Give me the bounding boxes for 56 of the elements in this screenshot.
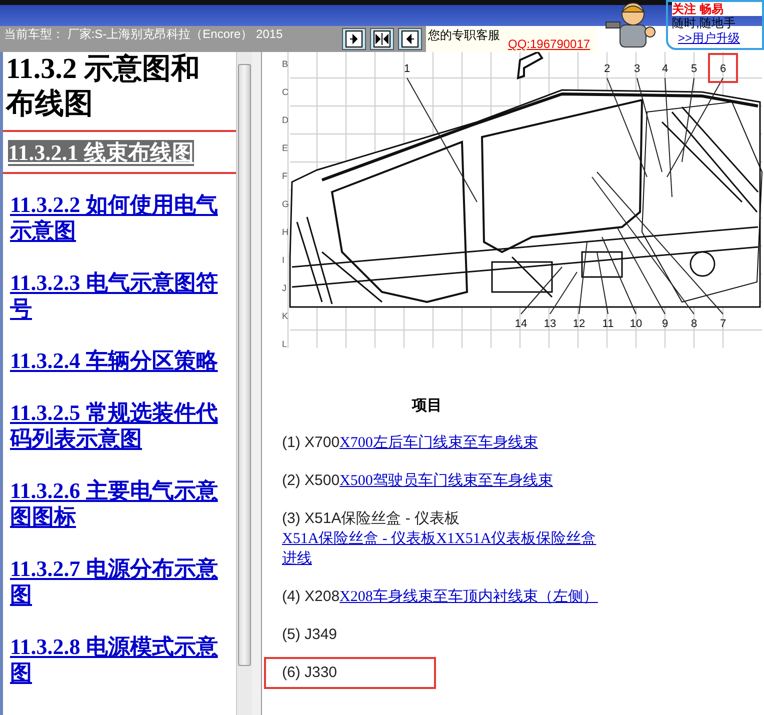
callout-number: 7 [720,318,726,330]
sidebar-link[interactable]: 11.3.2.1 线束布线图 [8,140,194,166]
sidebar-link[interactable]: 11.3.2.3 电气示意图符号 [10,270,218,322]
callout-number: 4 [662,63,668,75]
vehicle-info-text: 当前车型： 厂家:S-上海别克昂科拉（Encore） 2015 [0,26,340,52]
connector-link[interactable]: X51A保险丝盒 - 仪表板X1X51A仪表板保险丝盒进线 [282,529,602,569]
grid-row-label: L [282,339,288,349]
connector-link[interactable]: X208车身线束至车顶内衬线束（左侧） [340,587,598,607]
item-entry: (5) J349 [282,625,338,645]
grid-row-label: K [282,311,288,321]
grid-row-label: E [282,143,288,153]
sidebar-link[interactable]: 11.3.2.2 如何使用电气示意图 [10,192,218,244]
upgrade-link[interactable]: >>用户升级 [672,31,762,46]
items-heading: 项目 [410,396,443,415]
scroll-thumb[interactable] [238,64,251,666]
sidebar-link[interactable]: 11.3.2.7 电源分布示意图 [10,556,218,608]
grid-row-label: H [282,227,288,237]
callout-number: 13 [544,318,556,330]
item-entry: (6) J330 [282,663,338,683]
sidebar-link[interactable]: 11.3.2.5 常规选装件代码列表示意图 [10,400,218,452]
callout-number: 14 [514,318,528,330]
grid-row-label: B [282,59,288,69]
qq-link[interactable]: QQ:196790017 [508,37,590,51]
grid-row-label: J [282,283,286,293]
nav-button[interactable] [370,28,394,50]
grid-row-label: F [282,171,288,181]
promo-title: 关注 畅易 [672,2,762,16]
item-entry: (3) X51A保险丝盒 - 仪表板 X51A保险丝盒 - 仪表板X1X51A仪表板保险丝盒进线 [282,509,602,569]
vertical-scrollbar[interactable] [236,52,252,715]
callout-number: 1 [404,63,410,75]
arrow-icon [373,30,391,48]
grid-row-label: D [282,115,288,125]
grid-row-label: C [282,87,288,97]
item-entry: (2) X500X500驾驶员车门线束至车身线束 [282,471,554,491]
nav-button[interactable] [398,28,422,50]
callout-number: 2 [604,63,610,75]
section-heading: 11.3.2 示意图和布线图 [6,52,202,122]
item-entry: (4) X208X208车身线束至车顶内衬线束（左侧） [282,587,599,607]
callout-number: 9 [662,318,668,330]
grid-row-label: G [282,199,290,209]
callout-number: 8 [690,318,698,330]
connector-link[interactable]: X500驾驶员车门线束至车身线束 [340,471,553,491]
nav-button[interactable] [342,28,366,50]
connector-link[interactable]: X700左后车门线束至车身线束 [340,433,538,453]
callout-number: 6 [720,63,726,75]
item-entry: (1) X700X700左后车门线束至车身线束 [282,433,539,453]
callout-number: 12 [572,318,586,330]
callout-number: 10 [630,318,642,330]
sidebar-link[interactable]: 11.3.2.6 主要电气示意图图标 [10,478,218,530]
sidebar-link[interactable]: 11.3.2.8 电源模式示意图 [10,634,218,686]
service-label: 您的专职客服 [428,27,500,44]
callout-number: 11 [602,318,614,330]
callout-number: 3 [634,63,640,75]
callout-number: 5 [690,63,698,75]
grid-row-label: I [282,255,285,265]
sidebar-link[interactable]: 11.3.2.4 车辆分区策略 [10,348,218,374]
